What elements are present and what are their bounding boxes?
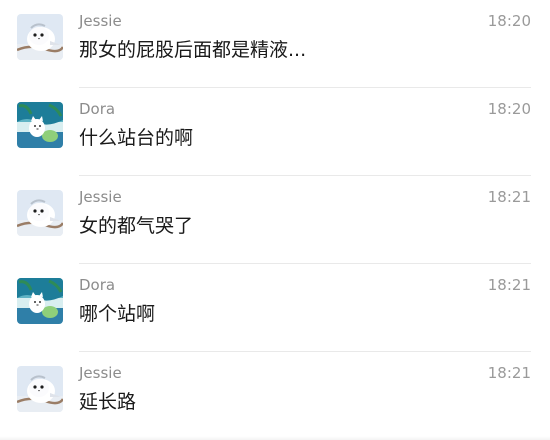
message-text: 那女的屁股后面都是精液... — [79, 39, 307, 61]
list-bottom-edge — [0, 436, 550, 440]
cat-beach-avatar-icon — [17, 278, 63, 324]
message-text: 女的都气哭了 — [79, 215, 194, 237]
sender-name: Jessie — [79, 364, 122, 382]
sender-name: Jessie — [79, 12, 122, 30]
sender-name: Jessie — [79, 188, 122, 206]
chat-row-jessie[interactable]: Jessie 18:21 女的都气哭了 — [0, 176, 550, 264]
sender-name: Dora — [79, 100, 116, 118]
chat-row-dora[interactable]: Dora 18:20 什么站台的啊 — [0, 88, 550, 176]
message-time: 18:20 — [487, 100, 531, 118]
chat-row-dora[interactable]: Dora 18:21 哪个站啊 — [0, 264, 550, 352]
sender-name: Dora — [79, 276, 116, 294]
chat-row-jessie[interactable]: Jessie 18:21 延长路 — [0, 352, 550, 440]
message-time: 18:21 — [487, 364, 531, 382]
bird-avatar[interactable] — [17, 14, 63, 60]
bird-avatar-icon — [17, 190, 63, 236]
message-text: 延长路 — [79, 391, 137, 413]
bird-avatar[interactable] — [17, 366, 63, 412]
message-text: 哪个站啊 — [79, 303, 156, 325]
cat-beach-avatar-icon — [17, 102, 63, 148]
chat-list: Jessie 18:20 那女的屁股后面都是精液... Dora 18:20 什… — [0, 0, 550, 440]
bird-avatar-icon — [17, 14, 63, 60]
message-time: 18:21 — [487, 188, 531, 206]
bird-avatar[interactable] — [17, 190, 63, 236]
cat-beach-avatar[interactable] — [17, 102, 63, 148]
message-time: 18:20 — [487, 12, 531, 30]
bird-avatar-icon — [17, 366, 63, 412]
chat-row-jessie[interactable]: Jessie 18:20 那女的屁股后面都是精液... — [0, 0, 550, 88]
message-text: 什么站台的啊 — [79, 127, 194, 149]
cat-beach-avatar[interactable] — [17, 278, 63, 324]
message-time: 18:21 — [487, 276, 531, 294]
